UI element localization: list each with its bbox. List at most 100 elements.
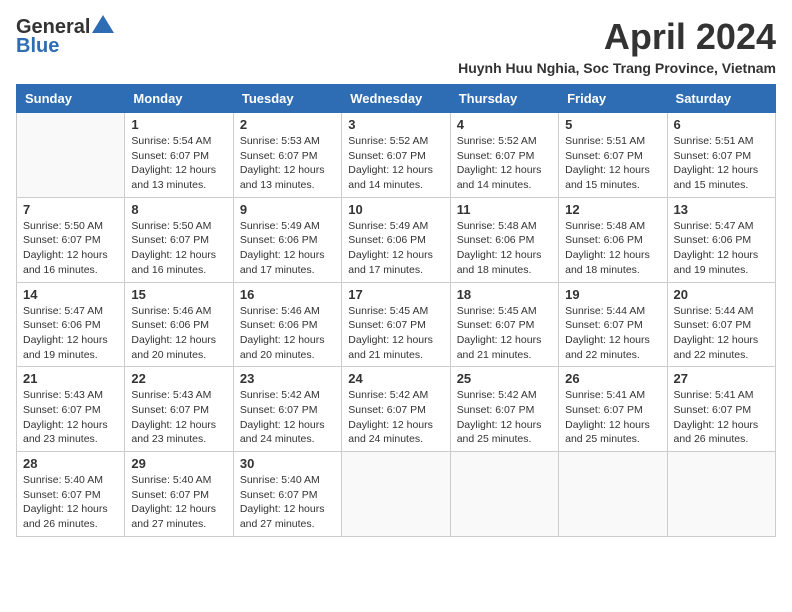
calendar-cell: 10 Sunrise: 5:49 AMSunset: 6:06 PMDayligh… <box>342 197 450 282</box>
cell-date-number: 28 <box>23 456 118 471</box>
calendar-cell <box>667 452 775 537</box>
cell-date-number: 25 <box>457 371 552 386</box>
calendar-cell: 24Sunrise: 5:42 AMSunset: 6:07 PMDayligh… <box>342 367 450 452</box>
day-header-monday: Monday <box>125 85 233 113</box>
calendar-cell: 14Sunrise: 5:47 AMSunset: 6:06 PMDayligh… <box>17 282 125 367</box>
cell-info: Sunrise: 5:41 AMSunset: 6:07 PMDaylight:… <box>674 388 769 447</box>
calendar-cell: 18Sunrise: 5:45 AMSunset: 6:07 PMDayligh… <box>450 282 558 367</box>
calendar-cell: 9 Sunrise: 5:49 AMSunset: 6:06 PMDaylight… <box>233 197 341 282</box>
cell-info: Sunrise: 5:45 AMSunset: 6:07 PMDaylight:… <box>348 304 443 363</box>
calendar-cell <box>450 452 558 537</box>
calendar-cell: 16 Sunrise: 5:46 AMSunset: 6:06 PMDayligh… <box>233 282 341 367</box>
calendar-cell <box>342 452 450 537</box>
calendar-cell: 23Sunrise: 5:42 AMSunset: 6:07 PMDayligh… <box>233 367 341 452</box>
cell-date-number: 1 <box>131 117 226 132</box>
day-header-saturday: Saturday <box>667 85 775 113</box>
calendar-cell: 27 Sunrise: 5:41 AMSunset: 6:07 PMDayligh… <box>667 367 775 452</box>
cell-date-number: 16 <box>240 287 335 302</box>
calendar-cell: 1 Sunrise: 5:54 AMSunset: 6:07 PMDaylight… <box>125 113 233 198</box>
cell-info: Sunrise: 5:40 AMSunset: 6:07 PMDaylight:… <box>131 473 226 532</box>
day-header-thursday: Thursday <box>450 85 558 113</box>
cell-info: Sunrise: 5:51 AMSunset: 6:07 PMDaylight:… <box>674 134 769 193</box>
cell-info: Sunrise: 5:44 AMSunset: 6:07 PMDaylight:… <box>565 304 660 363</box>
calendar-body: 1 Sunrise: 5:54 AMSunset: 6:07 PMDaylight… <box>17 113 776 537</box>
calendar-cell: 26 Sunrise: 5:41 AMSunset: 6:07 PMDayligh… <box>559 367 667 452</box>
header-row: SundayMondayTuesdayWednesdayThursdayFrid… <box>17 85 776 113</box>
title-block: April 2024 Huynh Huu Nghia, Soc Trang Pr… <box>458 16 776 76</box>
calendar-cell: 20 Sunrise: 5:44 AMSunset: 6:07 PMDayligh… <box>667 282 775 367</box>
cell-date-number: 12 <box>565 202 660 217</box>
calendar-cell: 15 Sunrise: 5:46 AMSunset: 6:06 PMDayligh… <box>125 282 233 367</box>
calendar-cell: 22 Sunrise: 5:43 AMSunset: 6:07 PMDayligh… <box>125 367 233 452</box>
calendar-cell: 12 Sunrise: 5:48 AMSunset: 6:06 PMDayligh… <box>559 197 667 282</box>
cell-info: Sunrise: 5:54 AMSunset: 6:07 PMDaylight:… <box>131 134 226 193</box>
main-title: April 2024 <box>458 16 776 58</box>
cell-date-number: 2 <box>240 117 335 132</box>
cell-date-number: 3 <box>348 117 443 132</box>
cell-info: Sunrise: 5:43 AMSunset: 6:07 PMDaylight:… <box>131 388 226 447</box>
cell-date-number: 4 <box>457 117 552 132</box>
cell-date-number: 10 <box>348 202 443 217</box>
cell-info: Sunrise: 5:44 AMSunset: 6:07 PMDaylight:… <box>674 304 769 363</box>
calendar-cell: 17Sunrise: 5:45 AMSunset: 6:07 PMDayligh… <box>342 282 450 367</box>
cell-info: Sunrise: 5:52 AMSunset: 6:07 PMDaylight:… <box>457 134 552 193</box>
cell-info: Sunrise: 5:45 AMSunset: 6:07 PMDaylight:… <box>457 304 552 363</box>
cell-info: Sunrise: 5:40 AMSunset: 6:07 PMDaylight:… <box>240 473 335 532</box>
cell-info: Sunrise: 5:42 AMSunset: 6:07 PMDaylight:… <box>240 388 335 447</box>
calendar-cell: 3 Sunrise: 5:52 AMSunset: 6:07 PMDaylight… <box>342 113 450 198</box>
cell-info: Sunrise: 5:50 AMSunset: 6:07 PMDaylight:… <box>23 219 118 278</box>
calendar-cell: 19Sunrise: 5:44 AMSunset: 6:07 PMDayligh… <box>559 282 667 367</box>
cell-info: Sunrise: 5:40 AMSunset: 6:07 PMDaylight:… <box>23 473 118 532</box>
cell-info: Sunrise: 5:49 AMSunset: 6:06 PMDaylight:… <box>348 219 443 278</box>
week-row-4: 21Sunrise: 5:43 AMSunset: 6:07 PMDayligh… <box>17 367 776 452</box>
day-header-friday: Friday <box>559 85 667 113</box>
calendar-table: SundayMondayTuesdayWednesdayThursdayFrid… <box>16 84 776 537</box>
cell-date-number: 9 <box>240 202 335 217</box>
cell-date-number: 22 <box>131 371 226 386</box>
cell-date-number: 20 <box>674 287 769 302</box>
cell-info: Sunrise: 5:46 AMSunset: 6:06 PMDaylight:… <box>131 304 226 363</box>
cell-date-number: 29 <box>131 456 226 471</box>
day-header-sunday: Sunday <box>17 85 125 113</box>
header: General Blue April 2024 Huynh Huu Nghia,… <box>16 16 776 76</box>
calendar-cell: 7Sunrise: 5:50 AMSunset: 6:07 PMDaylight… <box>17 197 125 282</box>
cell-info: Sunrise: 5:43 AMSunset: 6:07 PMDaylight:… <box>23 388 118 447</box>
cell-date-number: 24 <box>348 371 443 386</box>
week-row-2: 7Sunrise: 5:50 AMSunset: 6:07 PMDaylight… <box>17 197 776 282</box>
cell-date-number: 13 <box>674 202 769 217</box>
cell-info: Sunrise: 5:41 AMSunset: 6:07 PMDaylight:… <box>565 388 660 447</box>
calendar-cell: 5 Sunrise: 5:51 AMSunset: 6:07 PMDaylight… <box>559 113 667 198</box>
logo-icon <box>92 15 114 33</box>
cell-info: Sunrise: 5:42 AMSunset: 6:07 PMDaylight:… <box>457 388 552 447</box>
calendar-cell <box>559 452 667 537</box>
week-row-3: 14Sunrise: 5:47 AMSunset: 6:06 PMDayligh… <box>17 282 776 367</box>
cell-date-number: 30 <box>240 456 335 471</box>
cell-date-number: 15 <box>131 287 226 302</box>
cell-date-number: 26 <box>565 371 660 386</box>
logo-blue: Blue <box>16 35 59 58</box>
cell-date-number: 27 <box>674 371 769 386</box>
calendar-cell: 30 Sunrise: 5:40 AMSunset: 6:07 PMDayligh… <box>233 452 341 537</box>
week-row-5: 28 Sunrise: 5:40 AMSunset: 6:07 PMDayligh… <box>17 452 776 537</box>
calendar-cell: 11Sunrise: 5:48 AMSunset: 6:06 PMDayligh… <box>450 197 558 282</box>
cell-info: Sunrise: 5:53 AMSunset: 6:07 PMDaylight:… <box>240 134 335 193</box>
calendar-cell: 2 Sunrise: 5:53 AMSunset: 6:07 PMDaylight… <box>233 113 341 198</box>
cell-info: Sunrise: 5:51 AMSunset: 6:07 PMDaylight:… <box>565 134 660 193</box>
cell-info: Sunrise: 5:46 AMSunset: 6:06 PMDaylight:… <box>240 304 335 363</box>
week-row-1: 1 Sunrise: 5:54 AMSunset: 6:07 PMDaylight… <box>17 113 776 198</box>
calendar-cell: 21Sunrise: 5:43 AMSunset: 6:07 PMDayligh… <box>17 367 125 452</box>
calendar-cell: 28 Sunrise: 5:40 AMSunset: 6:07 PMDayligh… <box>17 452 125 537</box>
cell-info: Sunrise: 5:47 AMSunset: 6:06 PMDaylight:… <box>23 304 118 363</box>
day-header-wednesday: Wednesday <box>342 85 450 113</box>
cell-date-number: 5 <box>565 117 660 132</box>
cell-info: Sunrise: 5:49 AMSunset: 6:06 PMDaylight:… <box>240 219 335 278</box>
logo: General Blue <box>16 16 114 58</box>
calendar-cell: 25 Sunrise: 5:42 AMSunset: 6:07 PMDayligh… <box>450 367 558 452</box>
page-container: General Blue April 2024 Huynh Huu Nghia,… <box>16 16 776 537</box>
calendar-cell: 6Sunrise: 5:51 AMSunset: 6:07 PMDaylight… <box>667 113 775 198</box>
cell-info: Sunrise: 5:47 AMSunset: 6:06 PMDaylight:… <box>674 219 769 278</box>
cell-info: Sunrise: 5:48 AMSunset: 6:06 PMDaylight:… <box>565 219 660 278</box>
cell-info: Sunrise: 5:52 AMSunset: 6:07 PMDaylight:… <box>348 134 443 193</box>
cell-info: Sunrise: 5:48 AMSunset: 6:06 PMDaylight:… <box>457 219 552 278</box>
calendar-cell: 4 Sunrise: 5:52 AMSunset: 6:07 PMDaylight… <box>450 113 558 198</box>
